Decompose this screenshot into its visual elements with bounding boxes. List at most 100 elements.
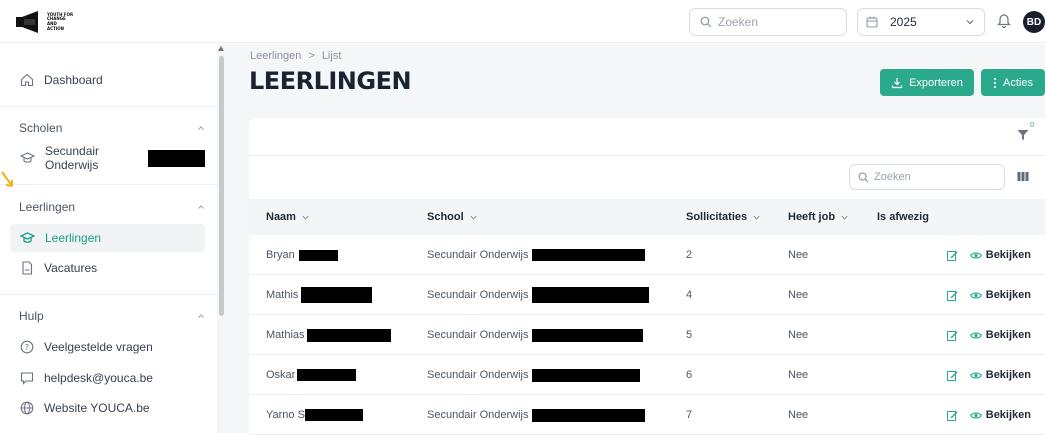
divider	[0, 184, 217, 185]
logo-text: YOUTH FOR CHANGE AND ACTION	[47, 11, 74, 31]
sidebar-item-dashboard[interactable]: Dashboard	[10, 66, 205, 94]
cell-actions: Bekijken	[946, 275, 1031, 315]
filter-bar: 0	[249, 118, 1045, 156]
column-header-label: School	[427, 211, 464, 223]
column-header-naam[interactable]: Naam	[266, 211, 310, 223]
table-row[interactable]: Mathias Secundair Onderwijs 5 Nee Bekijk…	[249, 315, 1045, 355]
top-bar: YOUTH FOR CHANGE AND ACTION Zoeken 2025 …	[0, 0, 1045, 43]
view-link[interactable]: Bekijken	[969, 289, 1031, 301]
redaction-bar	[531, 368, 640, 382]
youca-logo[interactable]: YOUTH FOR CHANGE AND ACTION	[16, 9, 78, 35]
filter-count-badge: 0	[1030, 122, 1034, 129]
breadcrumb-item[interactable]: Leerlingen	[250, 50, 301, 62]
table-row[interactable]: Mathis Secundair Onderwijs 4 Nee Bekijke…	[249, 275, 1045, 315]
cell-school: Secundair Onderwijs	[427, 315, 643, 355]
sidebar-item-label: Leerlingen	[45, 231, 102, 245]
school-name: Secundair Onderwijs	[427, 329, 529, 341]
page-title: LEERLINGEN	[249, 67, 412, 95]
column-header-is-afwezig[interactable]: Is afwezig	[877, 211, 929, 223]
cell-has-job: Nee	[788, 249, 809, 261]
notification-bell-icon[interactable]	[997, 12, 1011, 28]
cell-applications: 4	[686, 289, 693, 301]
sidebar-scrollbar[interactable]	[217, 44, 226, 433]
section-title: Leerlingen	[19, 200, 76, 214]
export-button[interactable]: Exporteren	[880, 69, 974, 96]
chevron-up-icon	[198, 126, 204, 130]
view-link[interactable]: Bekijken	[969, 409, 1031, 421]
scroll-up-arrow-icon[interactable]	[218, 46, 224, 51]
view-link[interactable]: Bekijken	[969, 249, 1031, 261]
eye-icon	[969, 251, 982, 259]
redaction-bar	[531, 328, 643, 342]
actions-label: Acties	[1003, 76, 1033, 89]
year-select[interactable]: 2025	[857, 8, 985, 36]
table-search-placeholder: Zoeken	[874, 171, 911, 183]
cell-school: Secundair Onderwijs	[427, 235, 645, 275]
sidebar-item-website[interactable]: Website YOUCA.be	[10, 394, 205, 422]
global-search-input[interactable]: Zoeken	[689, 8, 847, 36]
breadcrumb-separator: >	[308, 50, 315, 62]
sidebar-item-label: Veelgestelde vragen	[44, 340, 153, 354]
breadcrumb-item: Lijst	[321, 50, 342, 62]
graduation-cap-icon	[20, 232, 35, 243]
columns-toggle-icon[interactable]	[1017, 171, 1029, 182]
sidebar-item-helpdesk[interactable]: helpdesk@youca.be	[10, 364, 205, 392]
sidebar-item-school[interactable]: Secundair Onderwijs	[10, 144, 205, 172]
view-link[interactable]: Bekijken	[969, 329, 1031, 341]
view-label: Bekijken	[985, 289, 1031, 301]
view-label: Bekijken	[985, 329, 1031, 341]
redaction-bar	[301, 287, 373, 303]
sidebar-item-label: helpdesk@youca.be	[44, 371, 153, 385]
cell-applications: 5	[686, 329, 693, 341]
student-name: Oskar	[266, 369, 296, 381]
column-header-label: Heeft job	[788, 211, 836, 223]
edit-icon[interactable]	[946, 370, 958, 381]
sort-chevron-icon	[841, 215, 848, 220]
sidebar-item-vacatures[interactable]: Vacatures	[10, 254, 205, 282]
section-header-leerlingen[interactable]: Leerlingen	[19, 198, 205, 216]
cell-actions: Bekijken	[946, 355, 1031, 395]
divider	[0, 294, 217, 295]
cell-has-job: Nee	[788, 409, 809, 421]
student-name: Mathias	[266, 329, 305, 341]
cell-name: Mathis	[266, 275, 373, 315]
column-header-heeft-job[interactable]: Heeft job	[788, 211, 849, 223]
section-header-hulp[interactable]: Hulp	[19, 307, 205, 325]
scrollbar-thumb[interactable]	[219, 56, 224, 316]
edit-icon[interactable]	[946, 250, 958, 261]
globe-icon	[20, 401, 34, 415]
cell-actions: Bekijken	[946, 315, 1031, 355]
chevron-up-icon	[198, 314, 204, 318]
edit-icon[interactable]	[946, 410, 958, 421]
table-search-input[interactable]: Zoeken	[849, 164, 1005, 190]
column-header-school[interactable]: School	[427, 211, 478, 223]
edit-icon[interactable]	[946, 330, 958, 341]
filter-icon[interactable]	[1017, 129, 1029, 141]
megaphone-logo-icon	[16, 11, 38, 33]
column-header-label: Naam	[266, 211, 296, 223]
sidebar-item-leerlingen[interactable]: Leerlingen	[10, 224, 205, 252]
table-row[interactable]: Oskar Secundair Onderwijs 6 Nee Bekijken	[249, 355, 1045, 395]
column-header-sollicitaties[interactable]: Sollicitaties	[686, 211, 761, 223]
main-content: Leerlingen > Lijst LEERLINGEN Exporteren…	[226, 44, 1045, 435]
school-name: Secundair Onderwijs	[427, 249, 529, 261]
student-name: Yarno S	[266, 409, 305, 421]
table-row[interactable]: Yarno S Secundair Onderwijs 7 Nee Bekijk…	[249, 395, 1045, 435]
column-header-label: Sollicitaties	[686, 211, 748, 223]
table-row[interactable]: Bryan Secundair Onderwijs 2 Nee Bekijken	[249, 235, 1045, 275]
view-link[interactable]: Bekijken	[969, 369, 1031, 381]
sidebar-item-faq[interactable]: ? Veelgestelde vragen	[10, 333, 205, 361]
cell-actions: Bekijken	[946, 235, 1031, 275]
edit-icon[interactable]	[946, 290, 958, 301]
section-header-scholen[interactable]: Scholen	[19, 119, 205, 137]
user-avatar[interactable]: BD	[1023, 11, 1045, 33]
actions-button[interactable]: Acties	[981, 69, 1045, 96]
sort-chevron-icon	[470, 215, 477, 220]
eye-icon	[969, 291, 982, 299]
home-icon	[20, 73, 34, 87]
cell-applications: 7	[686, 409, 693, 421]
column-header-label: Is afwezig	[877, 211, 929, 223]
search-icon	[858, 172, 869, 182]
redaction-bar	[531, 287, 649, 303]
sort-chevron-icon	[753, 215, 760, 220]
